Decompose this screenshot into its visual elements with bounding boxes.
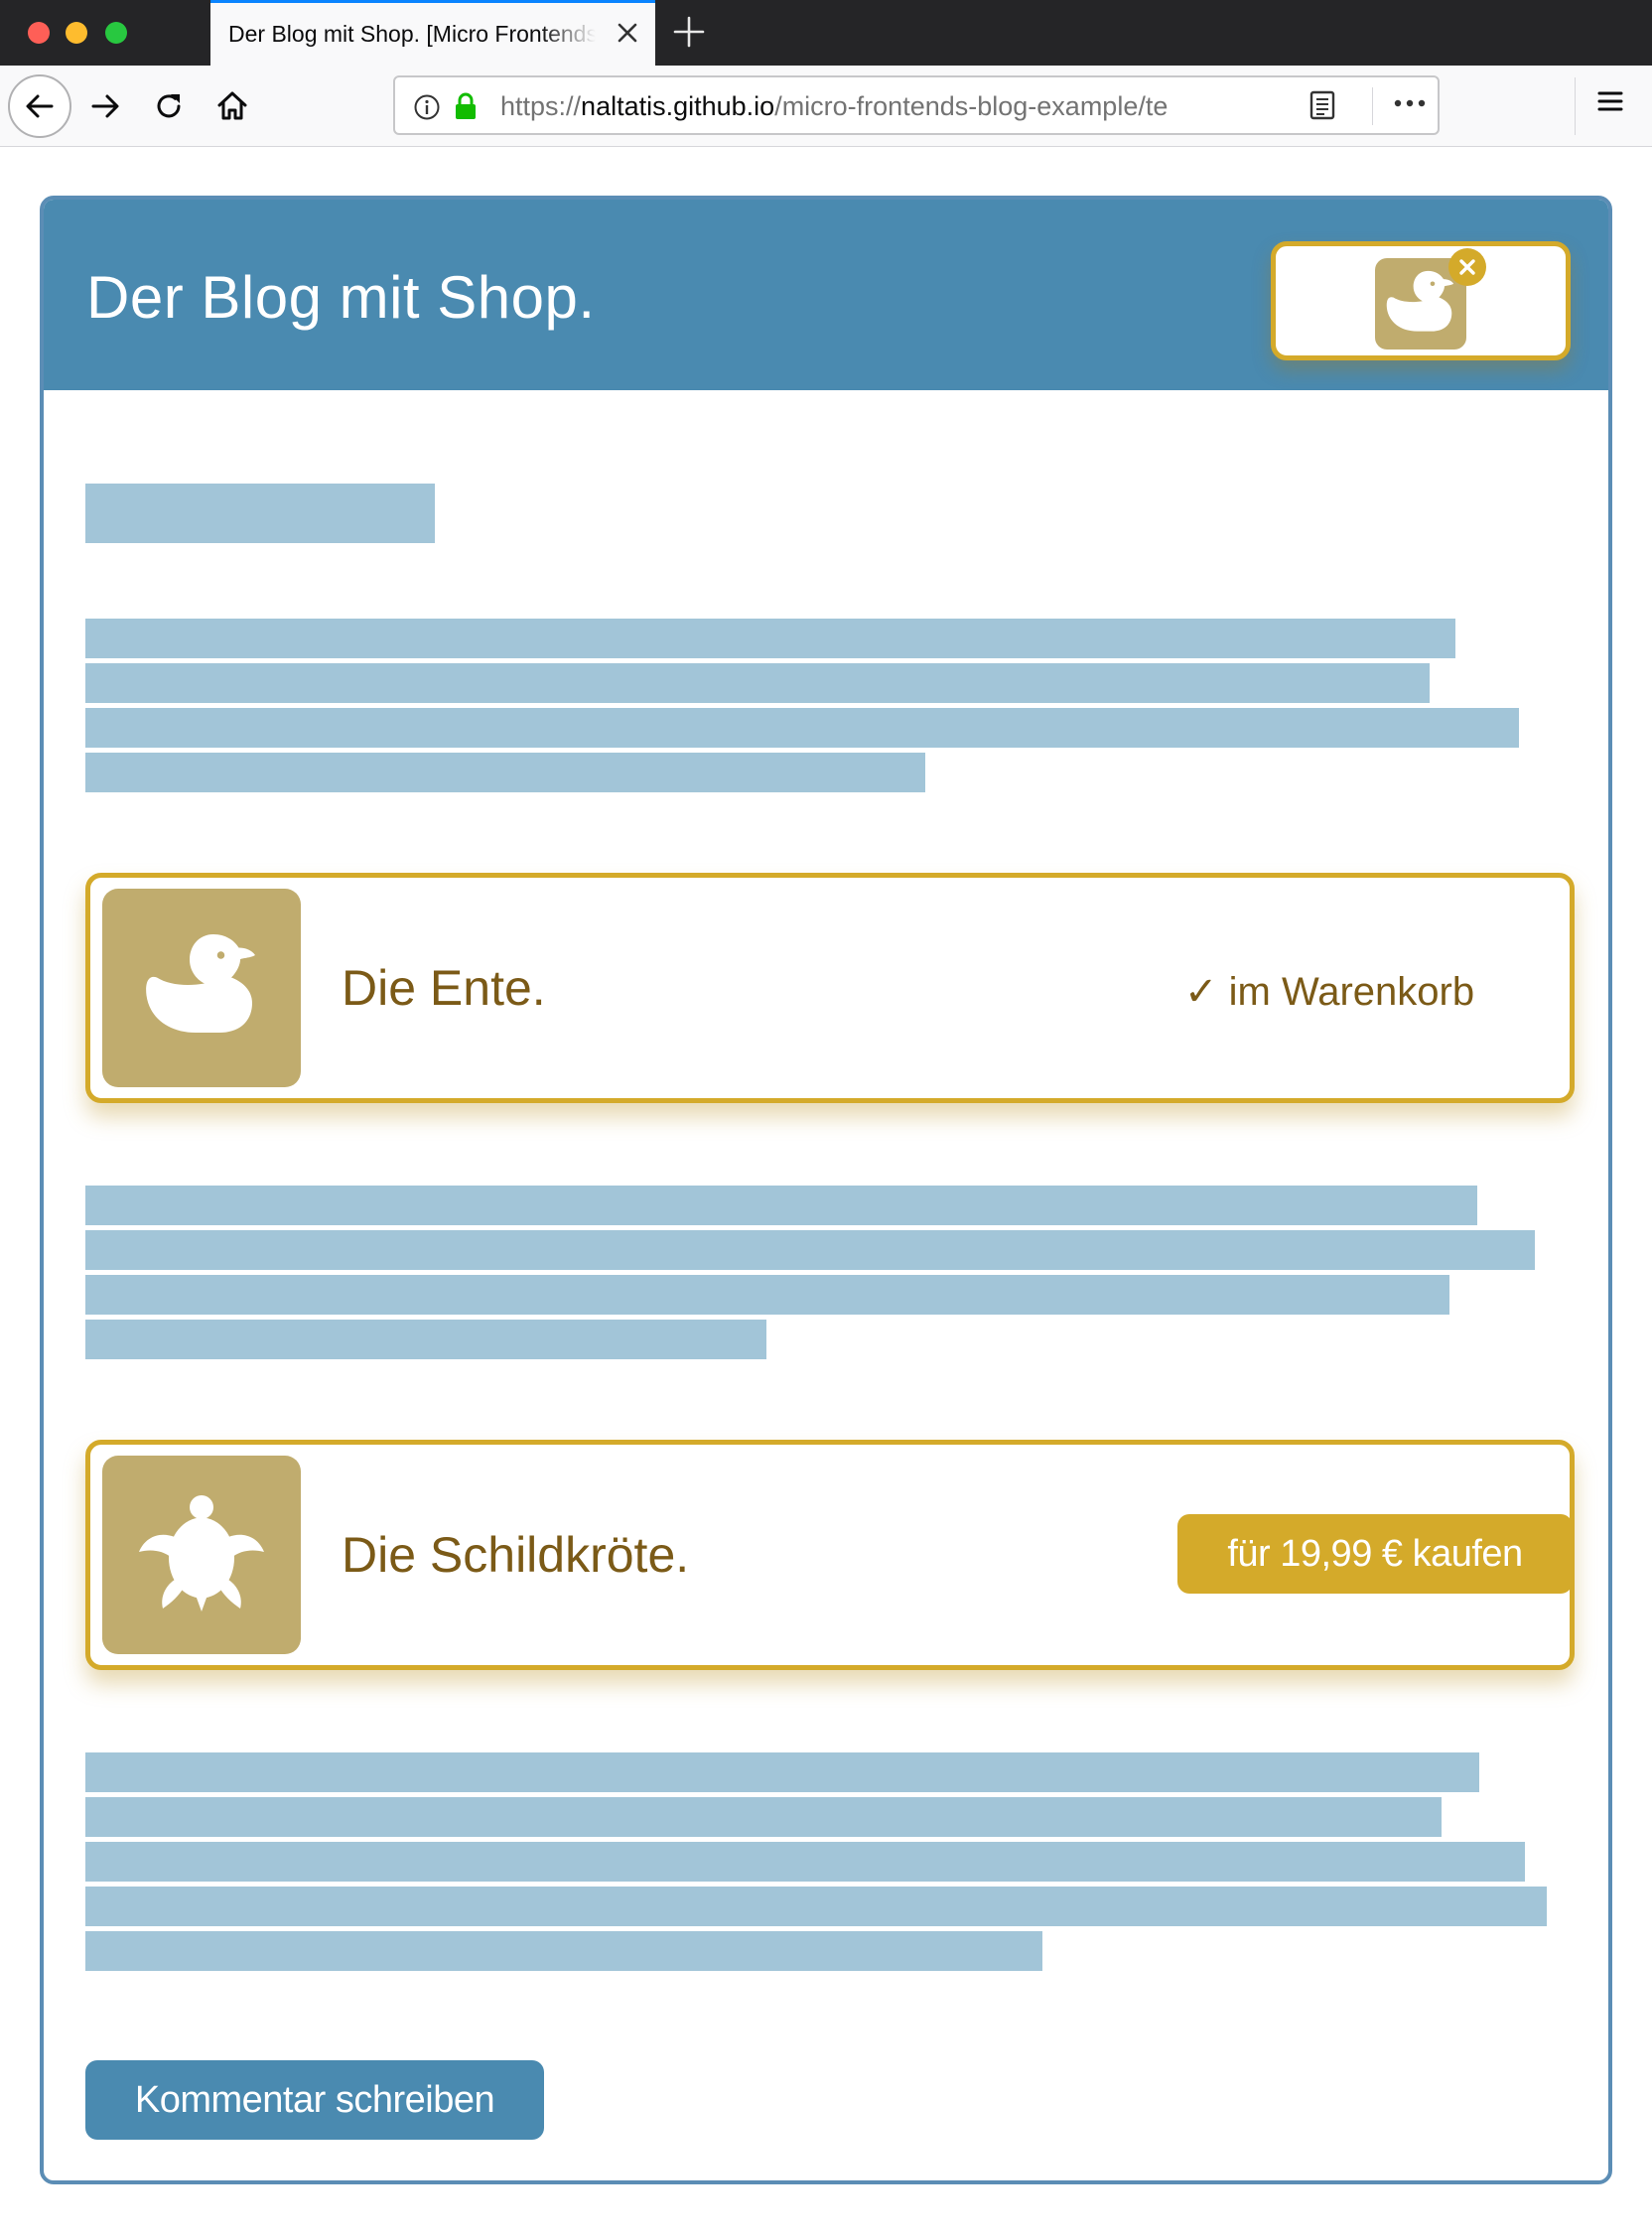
tab-title: Der Blog mit Shop. [Micro Frontends — [228, 21, 596, 47]
placeholder-line — [85, 1931, 1042, 1971]
placeholder-line — [85, 619, 1455, 658]
plus-icon — [673, 16, 705, 48]
placeholder-line — [85, 1887, 1547, 1926]
placeholder-line — [85, 1230, 1535, 1270]
placeholder-line — [85, 753, 925, 792]
url-scheme: https:// — [500, 91, 582, 121]
product-card-duck: Die Ente. ✓ im Warenkorb — [85, 873, 1575, 1103]
new-tab-button[interactable] — [667, 10, 711, 54]
placeholder-heading — [85, 484, 435, 543]
placeholder-line — [85, 1842, 1525, 1882]
reader-view-icon[interactable] — [1308, 89, 1336, 126]
info-icon[interactable] — [413, 93, 441, 126]
toolbar-separator — [1575, 77, 1576, 135]
placeholder-line — [85, 1797, 1442, 1837]
maximize-window-button[interactable] — [105, 22, 127, 44]
placeholder-line — [85, 663, 1430, 703]
remove-from-basket-button[interactable] — [1448, 248, 1486, 286]
back-button[interactable] — [8, 74, 71, 138]
product-card-turtle: Die Schildkröte. für 19,99 € kaufen — [85, 1440, 1575, 1670]
in-basket-label: im Warenkorb — [1228, 970, 1475, 1014]
blog-app: Der Blog mit Shop. Die Ente. ✓ im Warenk… — [40, 196, 1612, 2184]
placeholder-line — [85, 708, 1519, 748]
in-basket-status: ✓ im Warenkorb — [1184, 969, 1474, 1015]
browser-titlebar: Der Blog mit Shop. [Micro Frontends — [0, 0, 1652, 66]
lock-icon[interactable] — [453, 91, 479, 126]
minimize-window-button[interactable] — [66, 22, 87, 44]
reload-button[interactable] — [145, 75, 193, 137]
product-image — [102, 889, 301, 1087]
reload-icon — [157, 94, 181, 118]
hamburger-menu-icon[interactable] — [1596, 87, 1624, 120]
buy-button[interactable]: für 19,99 € kaufen — [1177, 1514, 1573, 1594]
close-icon — [1459, 259, 1475, 275]
app-header: Der Blog mit Shop. — [44, 200, 1608, 390]
product-name: Die Ente. — [342, 960, 546, 1016]
product-name: Die Schildkröte. — [342, 1527, 690, 1583]
mini-basket — [1271, 241, 1571, 360]
url-bar[interactable]: https://naltatis.github.io/micro-fronten… — [393, 75, 1440, 135]
turtle-icon — [139, 1495, 264, 1611]
home-button[interactable] — [208, 75, 256, 137]
write-comment-button[interactable]: Kommentar schreiben — [85, 2060, 544, 2140]
arrow-right-icon — [91, 94, 119, 118]
arrow-left-icon — [26, 94, 54, 118]
browser-toolbar: https://naltatis.github.io/micro-fronten… — [0, 66, 1652, 147]
placeholder-line — [85, 1186, 1477, 1225]
product-image — [102, 1456, 301, 1654]
duck-icon — [146, 934, 255, 1033]
url-host: naltatis.github.io — [581, 91, 775, 121]
forward-button[interactable] — [81, 75, 129, 137]
home-icon — [217, 91, 247, 120]
placeholder-line — [85, 1275, 1449, 1315]
placeholder-line — [85, 1752, 1479, 1792]
url-path: /micro-frontends-blog-example/te — [774, 91, 1169, 121]
checkmark-icon: ✓ — [1184, 970, 1218, 1014]
close-icon[interactable] — [612, 17, 643, 49]
browser-tab[interactable]: Der Blog mit Shop. [Micro Frontends — [210, 0, 655, 66]
close-window-button[interactable] — [28, 22, 50, 44]
page-actions-icon[interactable] — [1392, 91, 1428, 118]
placeholder-line — [85, 1320, 766, 1359]
page-title: Der Blog mit Shop. — [86, 264, 596, 331]
url-bar-separator — [1372, 87, 1373, 125]
url-text[interactable]: https://naltatis.github.io/micro-fronten… — [500, 91, 1255, 122]
